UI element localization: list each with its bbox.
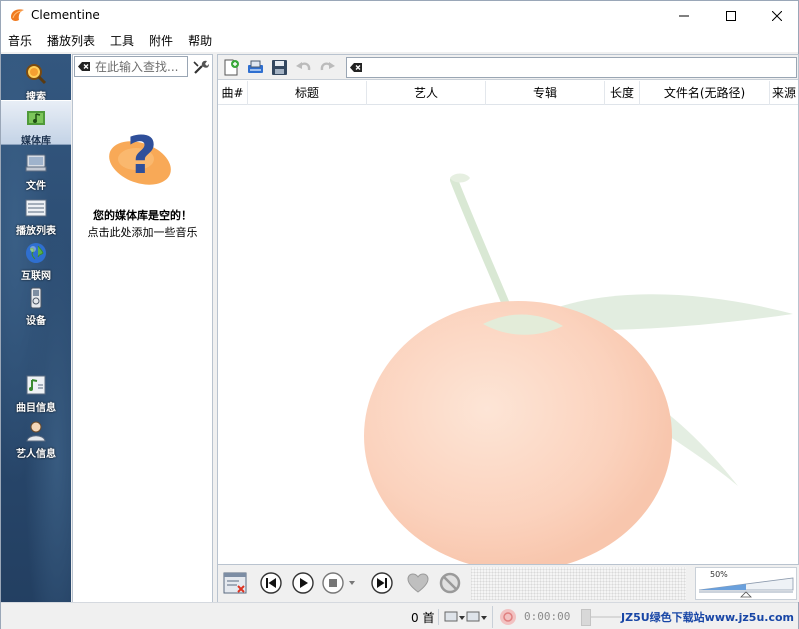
track-count: 0 首	[411, 611, 435, 625]
tab-devices[interactable]: 设备	[1, 281, 71, 327]
ban-button[interactable]	[437, 570, 463, 596]
playlist-filter-input[interactable]	[367, 59, 787, 76]
new-playlist-button[interactable]	[221, 57, 242, 78]
tab-files[interactable]: 文件	[1, 146, 71, 192]
lastfm-scrobble-icon[interactable]	[499, 608, 517, 626]
maximize-icon	[726, 10, 736, 21]
spectrum-analyzer[interactable]	[471, 567, 686, 600]
playlist-mode-buttons	[438, 609, 488, 625]
tab-internet[interactable]: 互联网	[1, 236, 71, 282]
column-filename[interactable]: 文件名(无路径)	[640, 81, 770, 105]
shuffle-mode-icon[interactable]	[466, 610, 488, 624]
playlist-area: 曲# ⌄ 标题 艺人 专辑 长度 文件名(无路径) 来源	[217, 54, 799, 565]
clear-playlist-button[interactable]	[222, 570, 248, 596]
menu-playlist[interactable]: 播放列表	[40, 30, 103, 52]
heart-icon	[407, 573, 429, 593]
column-artist[interactable]: 艺人	[367, 81, 486, 105]
clementine-logo-icon	[11, 9, 24, 21]
status-bar: 0 首 0:00:00 JZ5U绿色下载站www.jz5u.com	[1, 602, 798, 629]
repeat-mode-icon[interactable]	[444, 610, 466, 624]
window-title: Clementine	[31, 8, 100, 22]
volume-handle[interactable]	[740, 591, 752, 598]
svg-text:?: ?	[126, 126, 156, 186]
clementine-watermark-image	[364, 173, 793, 564]
redo-icon	[320, 62, 335, 71]
tab-search[interactable]: 搜索	[1, 57, 71, 103]
tab-playlists[interactable]: 播放列表	[1, 191, 71, 237]
undo-button[interactable]	[293, 57, 314, 78]
column-length[interactable]: 长度	[605, 81, 640, 105]
previous-track-button[interactable]	[258, 570, 284, 596]
column-album[interactable]: 专辑	[486, 81, 605, 105]
new-playlist-icon	[224, 59, 239, 76]
menu-help[interactable]: 帮助	[181, 30, 220, 52]
elapsed-time: 0:00:00	[524, 610, 571, 623]
love-button[interactable]	[405, 570, 431, 596]
close-button[interactable]	[754, 1, 799, 30]
minimize-button[interactable]	[661, 1, 707, 30]
library-panel: ? 您的媒体库是空的！ 点击此处添加一些音乐	[72, 54, 213, 629]
stop-button[interactable]	[322, 570, 358, 596]
clear-search-icon[interactable]	[78, 61, 91, 72]
maximize-button[interactable]	[708, 1, 754, 30]
library-icon	[27, 111, 45, 125]
column-title[interactable]: ⌄ 标题	[248, 81, 367, 105]
save-icon	[272, 60, 287, 75]
library-config-icon[interactable]	[192, 58, 210, 76]
next-icon	[371, 572, 393, 594]
playlist-list[interactable]	[218, 106, 798, 564]
globe-icon	[26, 243, 46, 263]
volume-slider[interactable]: 50%	[695, 567, 797, 600]
next-track-button[interactable]	[369, 570, 395, 596]
load-playlist-icon	[248, 60, 263, 73]
search-icon	[26, 64, 47, 85]
app-window: Clementine 音乐 播放列表 工具 附件 帮助 搜索 媒体库 文件 播放…	[0, 0, 799, 629]
sidebar-tabs: 搜索 媒体库 文件 播放列表 互联网 设备 曲目信息 艺人信息	[1, 54, 71, 629]
empty-library-title: 您的媒体库是空的！	[93, 209, 192, 222]
playlist-column-header: 曲# ⌄ 标题 艺人 专辑 长度 文件名(无路径) 来源	[218, 81, 798, 105]
previous-icon	[260, 572, 282, 594]
question-icon: ?	[108, 126, 171, 186]
player-controls: 50%	[217, 565, 799, 602]
menu-extras[interactable]: 附件	[142, 30, 181, 52]
minimize-icon	[679, 15, 689, 16]
column-track[interactable]: 曲#	[218, 81, 248, 105]
menu-bar: 音乐 播放列表 工具 附件 帮助	[1, 30, 798, 52]
playlists-icon	[25, 199, 47, 217]
tab-song-info[interactable]: 曲目信息	[1, 368, 71, 414]
save-playlist-button[interactable]	[269, 57, 290, 78]
play-icon	[292, 572, 314, 594]
column-source[interactable]: 来源	[770, 81, 798, 105]
play-button[interactable]	[290, 570, 316, 596]
close-icon	[772, 10, 782, 21]
site-watermark: JZ5U绿色下载站www.jz5u.com	[621, 611, 794, 624]
tab-library[interactable]: 媒体库	[1, 100, 71, 147]
library-search-input[interactable]	[95, 58, 187, 75]
load-playlist-button[interactable]	[245, 57, 266, 78]
playlist-filter-box[interactable]	[346, 57, 797, 78]
device-icon	[30, 287, 42, 309]
menu-music[interactable]: 音乐	[1, 30, 40, 52]
stop-icon	[322, 572, 355, 594]
undo-icon	[296, 62, 311, 71]
sort-indicator-icon: ⌄	[303, 84, 310, 93]
artist-icon	[26, 421, 46, 442]
tab-artist-info[interactable]: 艺人信息	[1, 414, 71, 460]
library-search-box[interactable]	[74, 56, 188, 77]
playlist-toolbar	[218, 55, 798, 80]
seek-handle[interactable]	[581, 609, 591, 626]
clear-filter-icon[interactable]	[350, 62, 363, 73]
song-info-icon	[26, 375, 46, 395]
ban-icon	[439, 572, 461, 594]
volume-ramp	[698, 577, 794, 598]
files-icon	[25, 154, 47, 172]
seek-track[interactable]	[591, 616, 621, 618]
empty-library-message[interactable]: ? 您的媒体库是空的！ 点击此处添加一些音乐	[73, 125, 212, 240]
redo-button[interactable]	[317, 57, 338, 78]
menu-tools[interactable]: 工具	[103, 30, 142, 52]
add-music-link[interactable]: 点击此处添加一些音乐	[73, 224, 212, 240]
title-bar[interactable]: Clementine	[1, 1, 798, 30]
clear-playlist-icon	[223, 572, 247, 594]
